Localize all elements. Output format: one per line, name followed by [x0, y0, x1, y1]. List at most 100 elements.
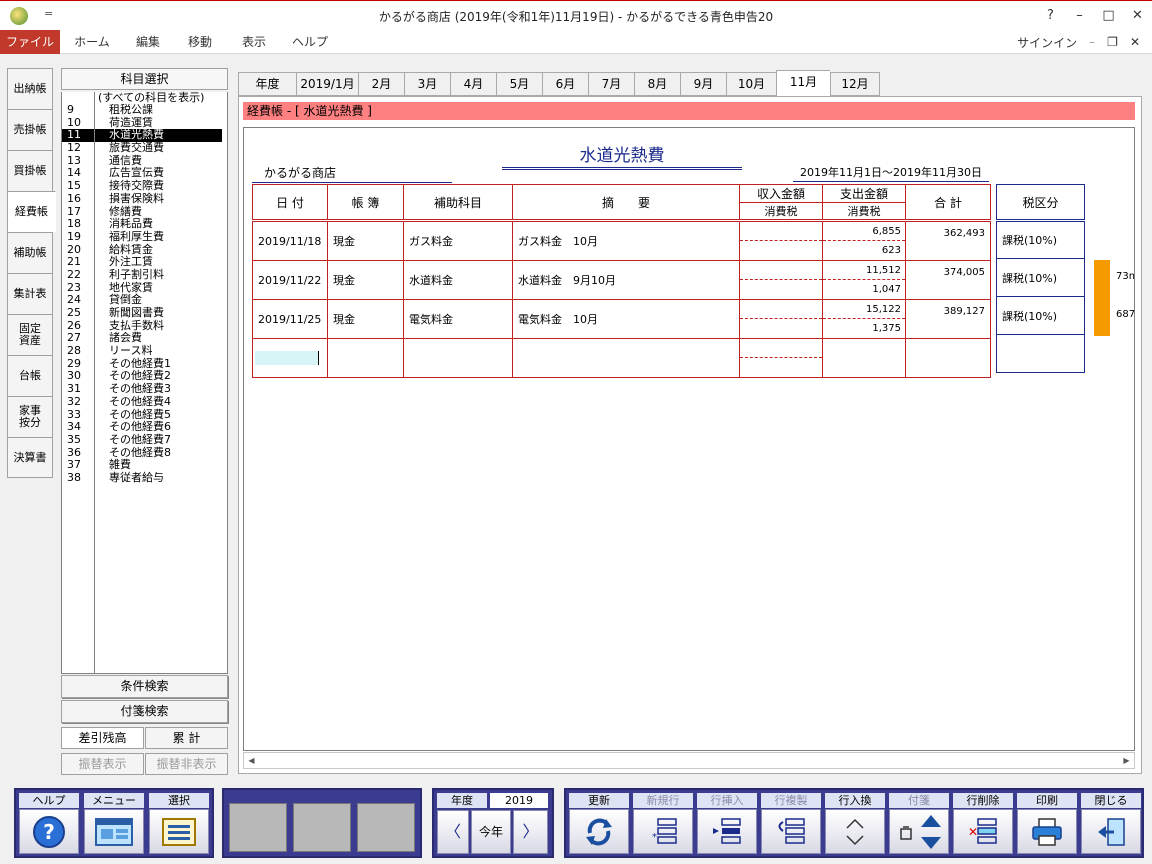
delete-row-button[interactable]: 行削除 ✕	[953, 793, 1013, 855]
empty-slot[interactable]	[357, 803, 415, 852]
swap-row-button[interactable]: 行入換	[825, 793, 885, 855]
list-item[interactable]: 38 専従者給与	[62, 471, 227, 485]
tab-month-2[interactable]: 2月	[358, 72, 404, 96]
row-income[interactable]	[740, 261, 822, 280]
balance-toggle[interactable]: 差引残高	[61, 727, 144, 749]
menu-home[interactable]: ホーム	[72, 30, 112, 54]
tab-fixed-assets[interactable]: 固定資産	[7, 314, 53, 355]
row-income-tax[interactable]	[740, 241, 822, 260]
tab-register[interactable]: 台帳	[7, 355, 53, 396]
year-value[interactable]: 2019	[490, 793, 548, 808]
table-row[interactable]: 2019/11/22 現金 水道料金 水道料金 9月10月 11,512 1,04…	[252, 260, 991, 300]
list-item[interactable]: 9 租税公課	[62, 103, 227, 117]
restore-doc-button[interactable]: ❐	[1101, 35, 1124, 49]
tab-month-7[interactable]: 7月	[588, 72, 634, 96]
ribbon-minimize-button[interactable]: –	[1083, 35, 1101, 49]
prev-year-icon[interactable]: 〈	[437, 810, 469, 854]
new-row-button[interactable]: 新規行 *	[633, 793, 693, 855]
menu-view[interactable]: 表示	[234, 30, 274, 54]
print-button[interactable]: 印刷	[1017, 793, 1077, 855]
menu-button[interactable]: メニュー	[84, 793, 144, 855]
row-book[interactable]: 現金	[327, 220, 404, 261]
tab-month-10[interactable]: 10月	[726, 72, 776, 96]
list-item[interactable]: 18 消耗品費	[62, 217, 227, 231]
list-item[interactable]: 35 その他経費7	[62, 433, 227, 447]
transfer-show-button[interactable]: 振替表示	[61, 753, 144, 775]
list-item[interactable]: 28 リース料	[62, 344, 227, 358]
tab-month-11[interactable]: 11月	[776, 70, 830, 96]
cumulative-toggle[interactable]: 累 計	[145, 727, 228, 749]
horizontal-scrollbar[interactable]: ◀ ▶	[243, 752, 1135, 769]
list-item[interactable]: 12 旅費交通費	[62, 141, 227, 155]
close-doc-button[interactable]: ✕	[1124, 35, 1146, 49]
menu-edit[interactable]: 編集	[128, 30, 168, 54]
row-income-tax[interactable]	[740, 280, 822, 299]
tab-month-12[interactable]: 12月	[830, 72, 880, 96]
next-year-icon[interactable]: 〉	[513, 810, 548, 854]
signin-link[interactable]: サインイン	[1011, 34, 1083, 51]
row-income[interactable]	[740, 222, 822, 241]
row-tax-class[interactable]: 課税(10%)	[996, 258, 1085, 297]
transfer-hide-button[interactable]: 振替非表示	[145, 753, 228, 775]
row-income-tax[interactable]	[740, 319, 822, 338]
close-button[interactable]: 閉じる	[1081, 793, 1141, 855]
list-item[interactable]: 25 新聞図書費	[62, 306, 227, 320]
row-description[interactable]: 水道料金 9月10月	[512, 260, 740, 300]
list-item[interactable]: 23 地代家賃	[62, 281, 227, 295]
scroll-right-icon[interactable]: ▶	[1119, 753, 1134, 768]
row-description[interactable]: ガス料金 10月	[512, 220, 740, 261]
condition-search-button[interactable]: 条件検索	[61, 675, 228, 698]
scroll-left-icon[interactable]: ◀	[244, 753, 259, 768]
list-item[interactable]: 19 福利厚生費	[62, 230, 227, 244]
table-row[interactable]: 2019/11/25 現金 電気料金 電気料金 10月 15,122 1,375 …	[252, 299, 991, 339]
refresh-button[interactable]: 更新	[569, 793, 629, 855]
row-expense-tax[interactable]: 1,375	[823, 319, 905, 338]
list-item[interactable]: 22 利子割引料	[62, 268, 227, 282]
tab-month-6[interactable]: 6月	[542, 72, 588, 96]
date-input[interactable]	[255, 351, 319, 365]
insert-row-button[interactable]: 行挿入	[697, 793, 757, 855]
help-question-icon[interactable]: ?	[1036, 1, 1065, 31]
list-item[interactable]: 32 その他経費4	[62, 395, 227, 409]
list-item[interactable]: 34 その他経費6	[62, 420, 227, 434]
menu-help[interactable]: ヘルプ	[288, 30, 332, 54]
row-date[interactable]: 2019/11/25	[252, 299, 328, 339]
menu-file[interactable]: ファイル	[0, 30, 60, 54]
tab-month-8[interactable]: 8月	[634, 72, 680, 96]
tab-month-3[interactable]: 3月	[404, 72, 450, 96]
row-book[interactable]: 現金	[327, 260, 404, 300]
row-book[interactable]: 現金	[327, 299, 404, 339]
tab-summary[interactable]: 集計表	[7, 273, 53, 314]
tab-year[interactable]: 年度	[238, 72, 296, 96]
row-tax-class[interactable]: 課税(10%)	[996, 220, 1085, 259]
row-description[interactable]: 電気料金 10月	[512, 299, 740, 339]
tab-receivables[interactable]: 売掛帳	[7, 109, 53, 150]
row-date[interactable]: 2019/11/18	[252, 220, 328, 261]
tag-button[interactable]: 付箋	[889, 793, 949, 855]
row-expense-tax[interactable]: 1,047	[823, 280, 905, 299]
tab-household-split[interactable]: 家事按分	[7, 396, 53, 437]
list-item[interactable]: 36 その他経費8	[62, 446, 227, 460]
this-year-button[interactable]: 今年	[471, 810, 511, 854]
row-tax-class[interactable]: 課税(10%)	[996, 296, 1085, 335]
row-sub-account[interactable]: 電気料金	[403, 299, 513, 339]
tab-month-5[interactable]: 5月	[496, 72, 542, 96]
row-expense[interactable]: 6,855	[823, 222, 905, 241]
row-expense[interactable]: 15,122	[823, 300, 905, 319]
empty-slot[interactable]	[229, 803, 287, 852]
tab-month-1[interactable]: 2019/1月	[296, 72, 358, 96]
tab-financial-statements[interactable]: 決算書	[7, 437, 53, 478]
row-sub-account[interactable]: 水道料金	[403, 260, 513, 300]
list-item[interactable]: 26 支払手数料	[62, 319, 227, 333]
account-select-header[interactable]: 科目選択	[61, 68, 228, 90]
select-button[interactable]: 選択	[149, 793, 209, 855]
maximize-button[interactable]: □	[1094, 1, 1123, 31]
list-item[interactable]: 16 損害保険料	[62, 192, 227, 206]
tag-search-button[interactable]: 付箋検索	[61, 700, 228, 723]
row-sub-account[interactable]: ガス料金	[403, 220, 513, 261]
sticky-tag[interactable]	[1094, 260, 1110, 298]
close-window-button[interactable]: ✕	[1123, 1, 1152, 31]
tab-payables[interactable]: 買掛帳	[7, 150, 53, 191]
row-date[interactable]: 2019/11/22	[252, 260, 328, 300]
table-row[interactable]: 2019/11/18 現金 ガス料金 ガス料金 10月 6,855 623 362…	[252, 220, 991, 261]
